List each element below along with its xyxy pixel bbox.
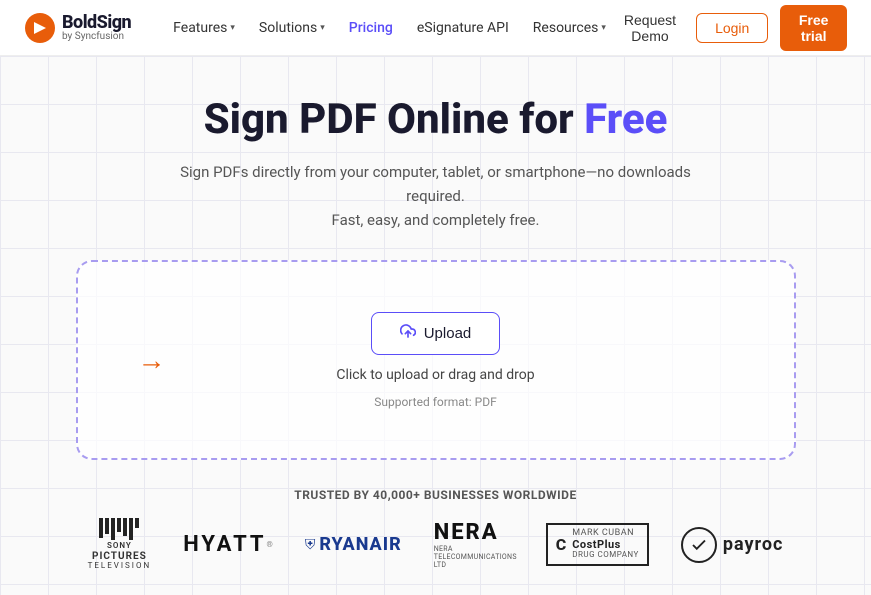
hero-subtitle: Sign PDFs directly from your computer, t…: [176, 160, 696, 232]
upload-hint: Click to upload or drag and drop: [336, 367, 534, 383]
chevron-down-icon: ▾: [230, 23, 235, 33]
trusted-label: TRUSTED BY 40,000+ BUSINESSES WORLDWIDE: [294, 488, 576, 502]
nav-pricing[interactable]: Pricing: [339, 14, 403, 42]
nav-features[interactable]: Features ▾: [163, 14, 245, 42]
payroc-logo: payroc: [681, 527, 784, 563]
upload-arrow-icon: →: [138, 344, 166, 377]
brand-logos: SONY PICTURES TELEVISION HYATT® ⛨ RYANAI…: [88, 518, 784, 571]
nav-solutions[interactable]: Solutions ▾: [249, 14, 335, 42]
hyatt-logo: HYATT®: [183, 532, 273, 557]
sony-logo: SONY PICTURES TELEVISION: [88, 518, 152, 571]
logo-icon: [24, 12, 56, 44]
ryanair-shield-icon: ⛨: [305, 537, 316, 553]
upload-icon: [400, 323, 416, 344]
chevron-down-icon: ▾: [601, 23, 606, 33]
costplus-logo: C MARK CUBAN CostPlus DRUG COMPANY: [546, 523, 649, 566]
chevron-down-icon: ▾: [320, 23, 325, 33]
free-trial-button[interactable]: Free trial: [780, 5, 847, 51]
nav-resources[interactable]: Resources ▾: [523, 14, 616, 42]
upload-format: Supported format: PDF: [374, 395, 496, 409]
logo-text: BoldSign by Syncfusion: [62, 14, 131, 42]
login-button[interactable]: Login: [696, 13, 768, 43]
nera-logo: NERA NERA TELECOMMUNICATIONS LTD: [434, 520, 514, 570]
main-content: Sign PDF Online for Free Sign PDFs direc…: [0, 56, 871, 595]
ryanair-logo: ⛨ RYANAIR: [305, 534, 402, 555]
trusted-section: TRUSTED BY 40,000+ BUSINESSES WORLDWIDE …: [24, 488, 847, 571]
logo[interactable]: BoldSign by Syncfusion: [24, 12, 131, 44]
request-demo-button[interactable]: Request Demo: [616, 6, 684, 50]
nav-esignature-api[interactable]: eSignature API: [407, 14, 519, 42]
hero-title: Sign PDF Online for Free: [204, 96, 668, 144]
upload-dropzone[interactable]: → Upload Click to upload or drag and dro…: [76, 260, 796, 460]
main-nav: Features ▾ Solutions ▾ Pricing eSignatur…: [163, 14, 616, 42]
upload-button[interactable]: Upload: [371, 312, 501, 355]
header-actions: Request Demo Login Free trial: [616, 5, 847, 51]
